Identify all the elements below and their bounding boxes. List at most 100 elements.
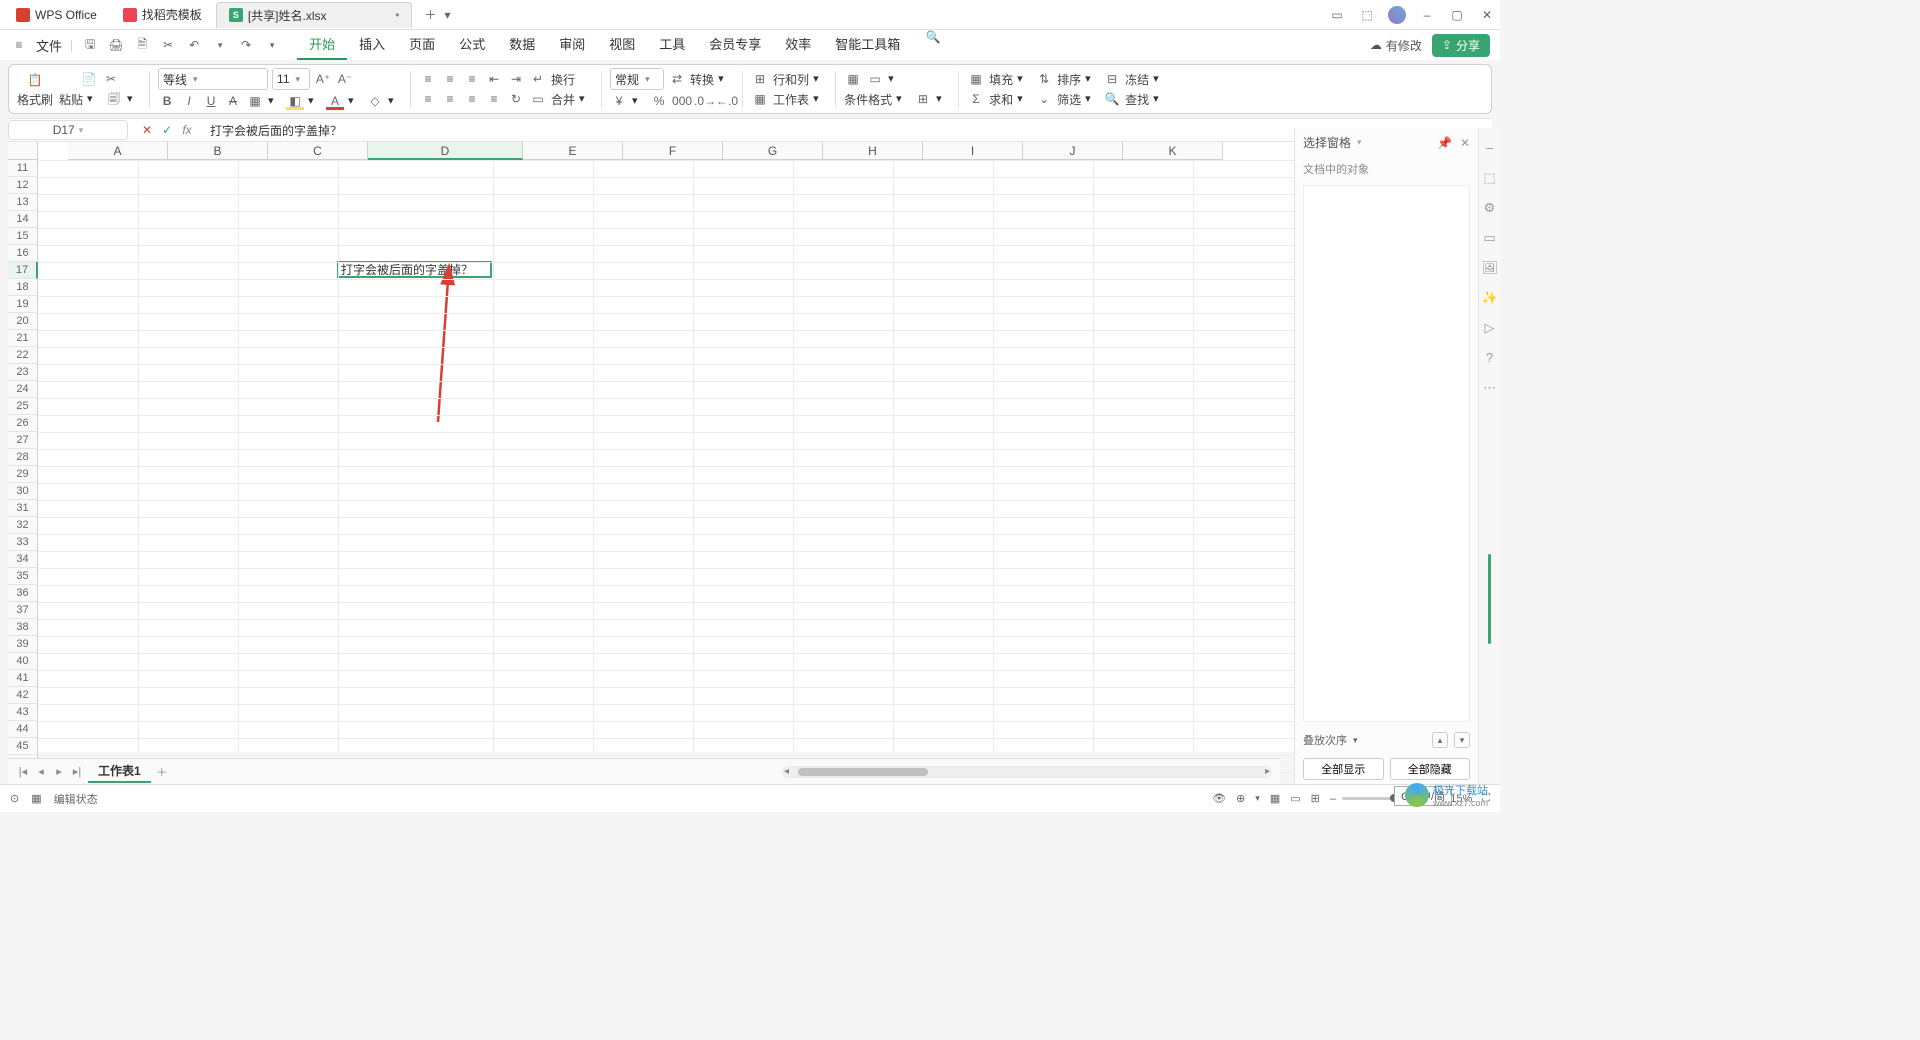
view-page-icon[interactable]: ▭ [1290, 792, 1300, 805]
row-head-25[interactable]: 25 [8, 398, 38, 415]
tab-member[interactable]: 会员专享 [697, 30, 773, 60]
cut-icon[interactable]: ✂ [102, 70, 120, 88]
zoom-out-icon[interactable]: – [1330, 793, 1336, 805]
freeze-label[interactable]: 冻结 [1125, 71, 1149, 88]
row-head-39[interactable]: 39 [8, 636, 38, 653]
row-head-44[interactable]: 44 [8, 721, 38, 738]
move-up-button[interactable]: ▴ [1432, 732, 1448, 748]
worksheet-icon[interactable]: ▦ [751, 90, 769, 108]
sort-dd[interactable]: ▾ [1085, 72, 1099, 86]
convert-icon[interactable]: ⇄ [668, 70, 686, 88]
rowcol-label[interactable]: 行和列 [773, 71, 809, 88]
cut-icon[interactable]: ✂ [159, 38, 177, 52]
row-head-24[interactable]: 24 [8, 381, 38, 398]
comma-icon[interactable]: 000 [672, 92, 690, 110]
close-button[interactable]: ✕ [1478, 6, 1496, 24]
underline-icon[interactable]: U [202, 92, 220, 110]
cancel-edit-icon[interactable]: ✕ [140, 123, 154, 137]
share-button[interactable]: ⇪ 分享 [1432, 34, 1490, 57]
row-head-12[interactable]: 12 [8, 177, 38, 194]
col-head-K[interactable]: K [1123, 142, 1223, 160]
rowcol-dd[interactable]: ▾ [813, 72, 827, 86]
table-style-icon[interactable]: ▦ [844, 70, 862, 88]
italic-icon[interactable]: I [180, 92, 198, 110]
play-icon[interactable]: ▷ [1482, 320, 1498, 336]
row-head-22[interactable]: 22 [8, 347, 38, 364]
fill-label[interactable]: 填充 [989, 71, 1013, 88]
horizontal-scrollbar[interactable]: ◂ ▸ [782, 766, 1272, 778]
font-color-icon[interactable]: A [326, 92, 344, 110]
worksheet-label[interactable]: 工作表 [773, 91, 809, 108]
file-tab-active[interactable]: S [共享]姓名.xlsx • [216, 2, 413, 28]
conv-dd[interactable]: ▾ [718, 72, 732, 86]
app-tab-wps[interactable]: WPS Office [4, 2, 109, 28]
layout-icon[interactable]: ▭ [1328, 6, 1346, 24]
eye-icon[interactable]: 👁 [1212, 792, 1226, 805]
tab-insert[interactable]: 插入 [347, 30, 397, 60]
format-icon[interactable]: ⊞ [914, 90, 932, 108]
app-tab-templates[interactable]: 找稻壳模板 [111, 2, 214, 28]
record-icon[interactable]: ⊙ [10, 792, 19, 805]
sort-label[interactable]: 排序 [1057, 71, 1081, 88]
row-head-23[interactable]: 23 [8, 364, 38, 381]
hscroll-thumb[interactable] [798, 768, 928, 776]
sheet-last-icon[interactable]: ▸| [70, 765, 84, 778]
spark-icon[interactable]: ✨ [1482, 290, 1498, 306]
pin-icon[interactable]: 📌 [1437, 136, 1452, 150]
settings-icon[interactable]: ⚙ [1482, 200, 1498, 216]
image-icon[interactable]: 🖼 [1482, 260, 1498, 276]
number-format-select[interactable]: 常规▾ [610, 68, 664, 90]
collapse-icon[interactable]: – [1482, 140, 1498, 156]
fill-icon[interactable]: ▦ [967, 70, 985, 88]
row-head-30[interactable]: 30 [8, 483, 38, 500]
align-right-icon[interactable]: ≡ [463, 90, 481, 108]
sheet-prev-icon[interactable]: ◂ [34, 765, 48, 778]
col-head-F[interactable]: F [623, 142, 723, 160]
fmt-dd[interactable]: ▾ [936, 92, 950, 106]
indent-inc-icon[interactable]: ⇥ [507, 70, 525, 88]
align-left-icon[interactable]: ≡ [419, 90, 437, 108]
modified-indicator[interactable]: ☁ 有修改 [1370, 37, 1422, 54]
border-icon[interactable]: ▦ [246, 92, 264, 110]
row-head-32[interactable]: 32 [8, 517, 38, 534]
bold-icon[interactable]: B [158, 92, 176, 110]
avatar[interactable] [1388, 6, 1406, 24]
hide-all-button[interactable]: 全部隐藏 [1390, 758, 1471, 780]
align-center-icon[interactable]: ≡ [441, 90, 459, 108]
filter-dd[interactable]: ▾ [1085, 92, 1099, 106]
paste-label[interactable]: 粘贴 [59, 91, 83, 108]
filter-label[interactable]: 筛选 [1057, 91, 1081, 108]
cube-icon[interactable]: ⬚ [1358, 6, 1376, 24]
undo-dd[interactable]: ▾ [211, 40, 229, 51]
sum-icon[interactable]: Σ [967, 90, 985, 108]
copy-icon[interactable]: 🗐 [105, 90, 123, 108]
row-head-11[interactable]: 11 [8, 160, 38, 177]
save-icon[interactable]: 🖫 [81, 35, 99, 56]
file-menu[interactable]: 文件 [36, 36, 62, 55]
row-head-38[interactable]: 38 [8, 619, 38, 636]
col-head-B[interactable]: B [168, 142, 268, 160]
row-head-19[interactable]: 19 [8, 296, 38, 313]
col-head-C[interactable]: C [268, 142, 368, 160]
col-head-E[interactable]: E [523, 142, 623, 160]
cell-reference[interactable]: D17▾ [8, 120, 128, 140]
row-head-40[interactable]: 40 [8, 653, 38, 670]
fill-color-icon[interactable]: ◧ [286, 92, 304, 110]
row-head-36[interactable]: 36 [8, 585, 38, 602]
tab-page[interactable]: 页面 [397, 30, 447, 60]
row-head-45[interactable]: 45 [8, 738, 38, 755]
align-mid-icon[interactable]: ≡ [441, 70, 459, 88]
target-icon[interactable]: ⊕ [1236, 792, 1245, 805]
align-justify-icon[interactable]: ≡ [485, 90, 503, 108]
sum-dd[interactable]: ▾ [1017, 92, 1031, 106]
percent-icon[interactable]: % [650, 92, 668, 110]
copy-dd[interactable]: ▾ [127, 92, 141, 106]
dec-inc-icon[interactable]: .0→ [694, 92, 712, 110]
paste-dd[interactable]: ▾ [87, 92, 101, 106]
row-head-16[interactable]: 16 [8, 245, 38, 262]
select-icon[interactable]: ⬚ [1482, 170, 1498, 186]
move-down-button[interactable]: ▾ [1454, 732, 1470, 748]
maximize-button[interactable]: ▢ [1448, 6, 1466, 24]
preview-icon[interactable]: 🗎 [133, 35, 151, 56]
doc-icon[interactable]: ▭ [1482, 230, 1498, 246]
